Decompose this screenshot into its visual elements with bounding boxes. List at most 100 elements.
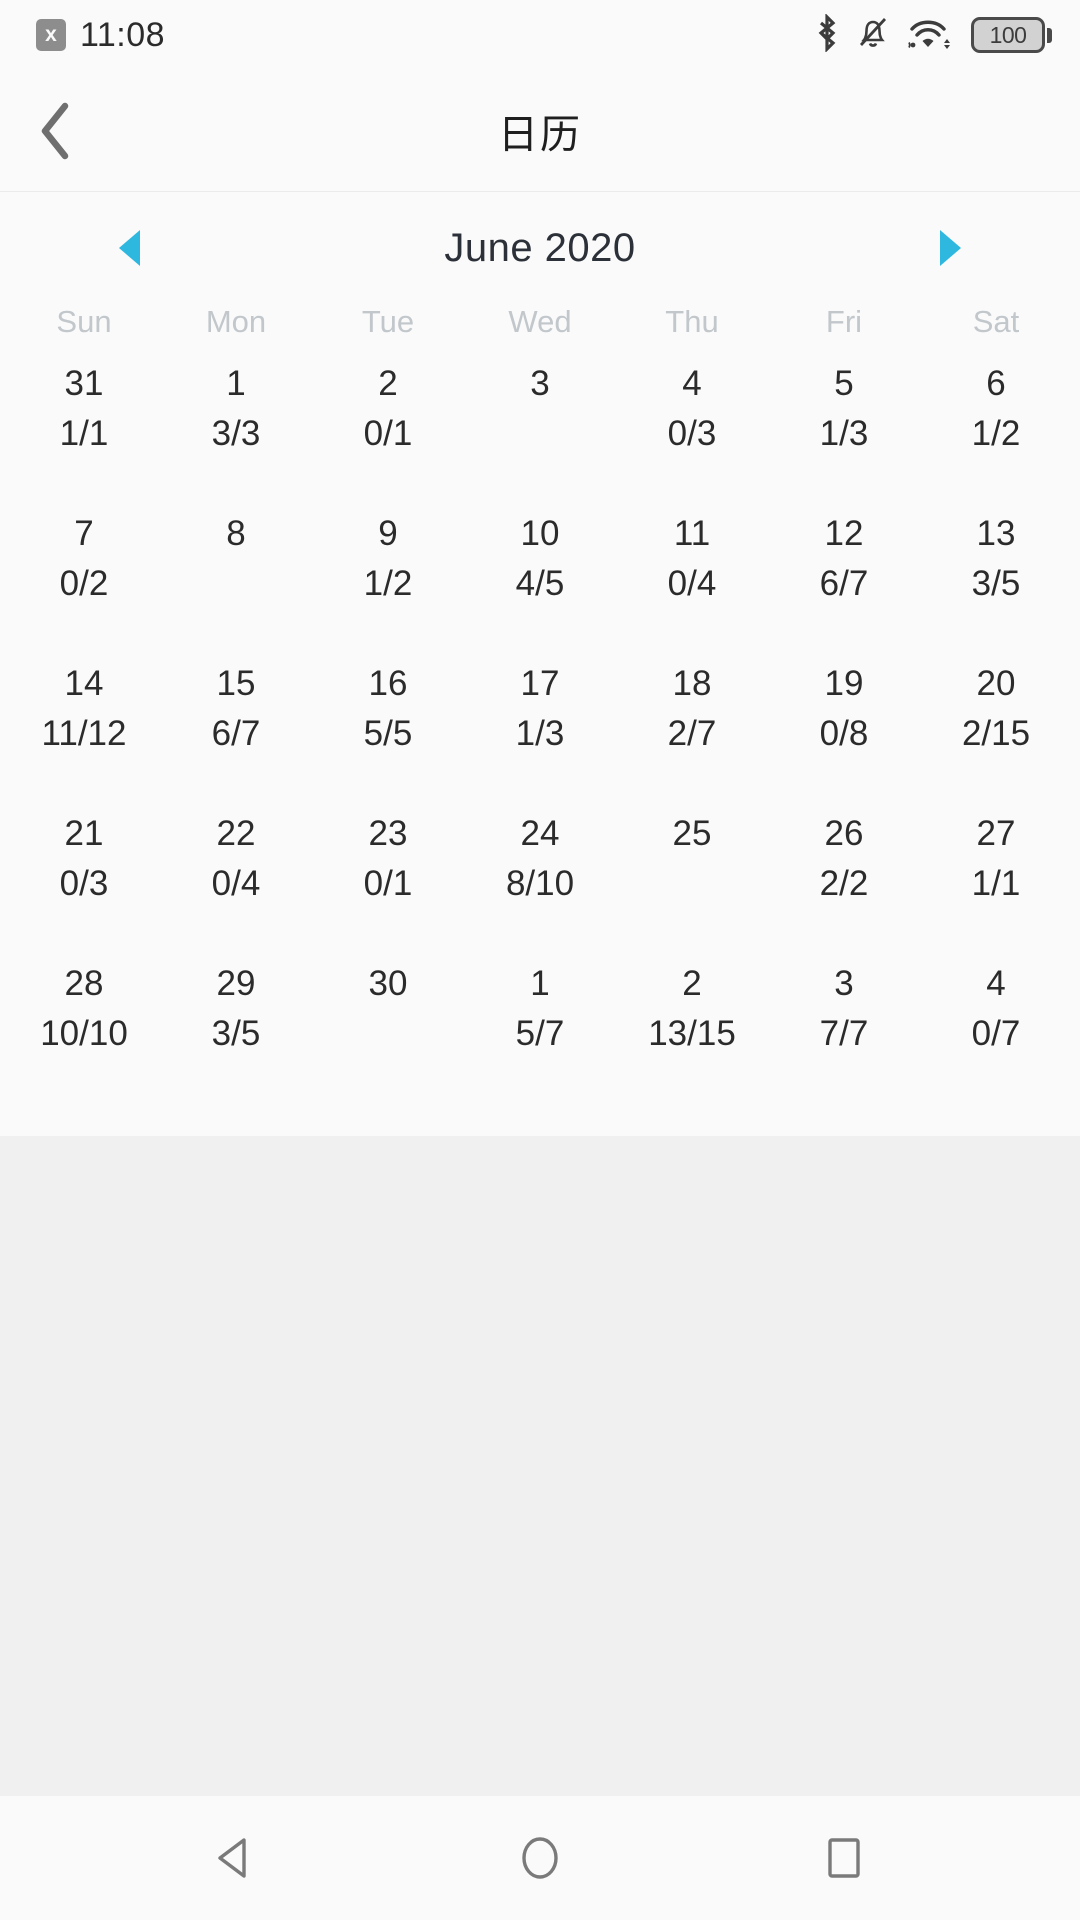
calendar-day-cell[interactable]: 3 7/7 [768,952,920,1102]
calendar-day-cell[interactable]: 15 6/7 [160,652,312,802]
battery-indicator: 100 [971,17,1052,53]
weekday-label: Tue [361,304,415,339]
calendar-day-cell[interactable]: 13 3/5 [920,502,1072,652]
calendar-day-cell[interactable]: 16 5/5 [312,652,464,802]
day-number: 2 [682,964,702,1003]
page-title: 日历 [498,111,582,158]
calendar-day-cell[interactable]: 2 0/1 [312,352,464,502]
day-count: 3/3 [211,413,261,453]
calendar-day-cell[interactable]: 14 11/12 [8,652,160,802]
calendar-day-cell[interactable]: 8 [160,502,312,652]
back-chevron-icon [41,102,69,159]
day-count: 7/7 [819,1013,869,1053]
weekday-label: Thu [665,304,719,339]
status-bar-left: x 11:08 [36,16,165,55]
calendar-day-cell[interactable]: 11 0/4 [616,502,768,652]
empty-content-area [0,1136,1080,1596]
day-number: 26 [824,814,864,853]
day-number: 27 [976,814,1016,853]
nav-back-button[interactable] [188,1810,284,1906]
calendar-day-cell[interactable]: 4 0/7 [920,952,1072,1102]
calendar-day-cell[interactable]: 3 [464,352,616,502]
calendar-grid: 31 1/1 1 3/3 2 0/1 3 4 0/3 5 1/3 6 1/2 7 0/2 8 … [0,352,1080,1102]
calendar-day-cell[interactable]: 1 5/7 [464,952,616,1102]
day-count: 0/1 [363,413,413,453]
day-count: 0/1 [363,863,413,903]
next-month-button[interactable] [914,213,984,283]
calendar-day-cell[interactable]: 22 0/4 [160,802,312,952]
calendar-day-cell[interactable]: 20 2/15 [920,652,1072,802]
day-number: 30 [368,964,408,1003]
weekday-label: Sat [972,304,1020,339]
day-count: 2/15 [961,713,1031,753]
day-count: 1/1 [971,863,1021,903]
nav-home-button[interactable] [492,1810,588,1906]
calendar-day-cell[interactable]: 18 2/7 [616,652,768,802]
day-count: 1/1 [59,413,109,453]
calendar-week-row: 31 1/1 1 3/3 2 0/1 3 4 0/3 5 1/3 6 1/2 [8,352,1072,502]
day-number: 14 [64,664,104,703]
day-count: 2/2 [819,863,869,903]
calendar-day-cell[interactable]: 5 1/3 [768,352,920,502]
calendar-week-row: 21 0/3 22 0/4 23 0/1 24 8/10 25 26 2/2 27 1/1 [8,802,1072,952]
status-bar-right: 100 [814,12,1052,57]
calendar-day-cell[interactable]: 2 13/15 [616,952,768,1102]
calendar-day-cell[interactable]: 6 1/2 [920,352,1072,502]
previous-month-button[interactable] [96,213,166,283]
day-count: 0/3 [59,863,109,903]
calendar-day-cell[interactable]: 9 1/2 [312,502,464,652]
calendar-day-cell[interactable]: 24 8/10 [464,802,616,952]
calendar-week-row: 7 0/2 8 9 1/2 10 4/5 11 0/4 12 6/7 13 3/5 [8,502,1072,652]
calendar-day-cell[interactable]: 25 [616,802,768,952]
day-number: 17 [520,664,560,703]
calendar-day-cell[interactable]: 1 3/3 [160,352,312,502]
calendar-day-cell[interactable]: 31 1/1 [8,352,160,502]
day-number: 19 [824,664,864,703]
calendar-day-cell[interactable]: 27 1/1 [920,802,1072,952]
calendar-day-cell[interactable]: 17 1/3 [464,652,616,802]
day-count: 0/4 [667,563,717,603]
battery-cap-icon [1047,27,1052,43]
calendar-day-cell[interactable]: 12 6/7 [768,502,920,652]
day-count: 1/3 [515,713,565,753]
day-number: 24 [520,814,560,853]
day-number: 29 [216,964,256,1003]
chevron-right-icon [940,230,961,266]
weekday-label: Mon [205,304,267,339]
calendar-day-cell[interactable]: 23 0/1 [312,802,464,952]
calendar-day-cell[interactable]: 28 10/10 [8,952,160,1102]
day-count: 4/5 [515,563,565,603]
calendar-day-cell[interactable]: 29 3/5 [160,952,312,1102]
calendar-day-cell[interactable]: 4 0/3 [616,352,768,502]
recents-square-icon [828,1838,860,1878]
day-count: 5/5 [363,713,413,753]
day-number: 9 [378,514,398,553]
calendar-day-cell[interactable]: 26 2/2 [768,802,920,952]
day-number: 28 [64,964,104,1003]
day-number: 22 [216,814,256,853]
day-number: 4 [986,964,1006,1003]
day-count: 11/12 [41,713,127,753]
calendar-day-cell[interactable]: 19 0/8 [768,652,920,802]
status-bar: x 11:08 100 [0,0,1080,70]
day-number: 10 [520,514,560,553]
day-count: 1/3 [819,413,869,453]
nav-recents-button[interactable] [796,1810,892,1906]
notifications-muted-icon [857,14,889,57]
calendar-day-cell[interactable]: 10 4/5 [464,502,616,652]
phone-screen: x 11:08 100 日历 June 2020 Sun Mon Tue Wed… [0,0,1080,1920]
system-navigation-bar [0,1796,1080,1920]
day-count: 1/2 [363,563,413,603]
day-number: 16 [368,664,408,703]
day-count: 5/7 [515,1013,565,1053]
month-navigation: June 2020 [0,192,1080,304]
notification-badge-icon: x [36,19,66,51]
weekday-label: Wed [508,304,572,339]
day-number: 1 [530,964,550,1003]
day-number: 15 [216,664,256,703]
calendar-day-cell[interactable]: 7 0/2 [8,502,160,652]
day-count: 2/7 [667,713,717,753]
calendar-day-cell[interactable]: 21 0/3 [8,802,160,952]
calendar-day-cell[interactable]: 30 [312,952,464,1102]
back-button[interactable] [18,93,94,169]
